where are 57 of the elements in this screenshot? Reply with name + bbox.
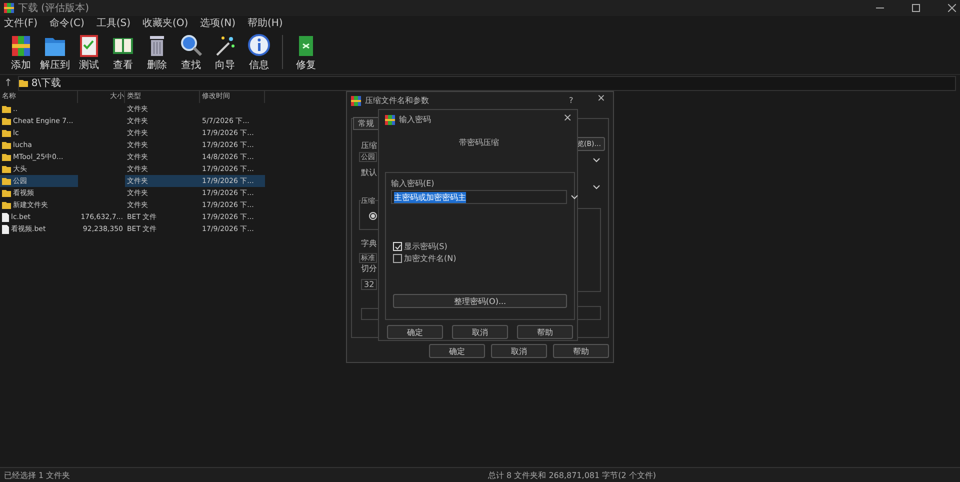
checkbox-label: 加密文件名(N) bbox=[404, 253, 456, 264]
checkbox[interactable] bbox=[393, 254, 402, 263]
toolbar-button[interactable]: 信息 bbox=[244, 32, 274, 72]
toolbar-button[interactable]: 查看 bbox=[108, 32, 138, 72]
checkbox-label: 显示密码(S) bbox=[404, 241, 448, 252]
radio-icon[interactable] bbox=[369, 212, 377, 220]
chevron-down-icon[interactable] bbox=[593, 158, 600, 163]
close-icon[interactable]: × bbox=[563, 111, 572, 124]
magnifier-icon bbox=[179, 32, 203, 56]
menu-item[interactable]: 文件(F) bbox=[4, 16, 38, 30]
help-icon[interactable]: ? bbox=[569, 96, 574, 105]
organize-passwords-button[interactable]: 整理密码(O)... bbox=[393, 294, 567, 308]
dialog-title: 输入密码 bbox=[399, 114, 431, 125]
app-logo-icon bbox=[385, 114, 395, 124]
dialog-title: 压缩文件名和参数 bbox=[365, 95, 429, 106]
toolbar-button[interactable]: 向导 bbox=[210, 32, 240, 72]
menu-item[interactable]: 收藏夹(O) bbox=[142, 16, 188, 30]
menu-item[interactable]: 选项(N) bbox=[200, 16, 236, 30]
status-text: 已经选择 1 文件夹 bbox=[4, 470, 70, 480]
menu-item[interactable]: 工具(S) bbox=[96, 16, 131, 30]
status-text: 总计 8 文件夹和 268,871,081 字节(2 个文件) bbox=[488, 470, 656, 480]
dictionary-field[interactable]: 32 bbox=[361, 279, 378, 290]
menu-item[interactable]: 帮助(H) bbox=[248, 16, 283, 30]
toolbar-button[interactable]: 查找 bbox=[176, 32, 206, 72]
up-button[interactable]: ↑ bbox=[4, 78, 12, 88]
address-field[interactable]: 8\下载 bbox=[18, 76, 956, 90]
chevron-down-icon[interactable] bbox=[571, 194, 578, 200]
field-label: 默认 bbox=[361, 168, 377, 177]
info-icon bbox=[247, 32, 271, 56]
dialog-button[interactable]: 帮助 bbox=[517, 325, 573, 339]
dialog-button[interactable]: 取消 bbox=[452, 325, 508, 339]
toolbar-button[interactable]: 添加 bbox=[6, 32, 36, 72]
app-logo-icon bbox=[351, 96, 361, 106]
field-label: 压缩 bbox=[361, 141, 377, 150]
app-logo-icon bbox=[4, 3, 14, 13]
tab[interactable]: 常规 bbox=[353, 117, 379, 130]
field-label: 输入密码(E) bbox=[391, 179, 434, 188]
checklist-icon bbox=[77, 32, 101, 56]
field-label: 切分 bbox=[361, 264, 377, 273]
close-icon[interactable]: × bbox=[597, 93, 606, 104]
dialog-button[interactable]: 确定 bbox=[429, 344, 485, 358]
close-icon[interactable] bbox=[948, 4, 956, 12]
toolbar-button[interactable]: 解压到 bbox=[40, 32, 70, 72]
maximize-icon[interactable] bbox=[912, 4, 920, 12]
toolbar-button[interactable]: 测试 bbox=[74, 32, 104, 72]
folder-icon bbox=[19, 80, 28, 86]
menu-item[interactable]: 命令(C) bbox=[50, 16, 84, 30]
chevron-down-icon[interactable] bbox=[593, 185, 600, 190]
dialog-heading: 带密码压缩 bbox=[459, 138, 499, 147]
password-field[interactable]: 主密码或加密密码主 bbox=[391, 190, 567, 204]
dialog-button[interactable]: 确定 bbox=[387, 325, 443, 339]
window-title: 下载 (评估版本) bbox=[18, 2, 90, 15]
toolbar-button[interactable]: 删除 bbox=[142, 32, 172, 72]
toolbar-button[interactable]: 修复 bbox=[291, 32, 321, 72]
field-label: 字典 bbox=[361, 239, 377, 248]
dialog-button[interactable]: 帮助 bbox=[553, 344, 609, 358]
dialog-button[interactable]: 取消 bbox=[491, 344, 547, 358]
